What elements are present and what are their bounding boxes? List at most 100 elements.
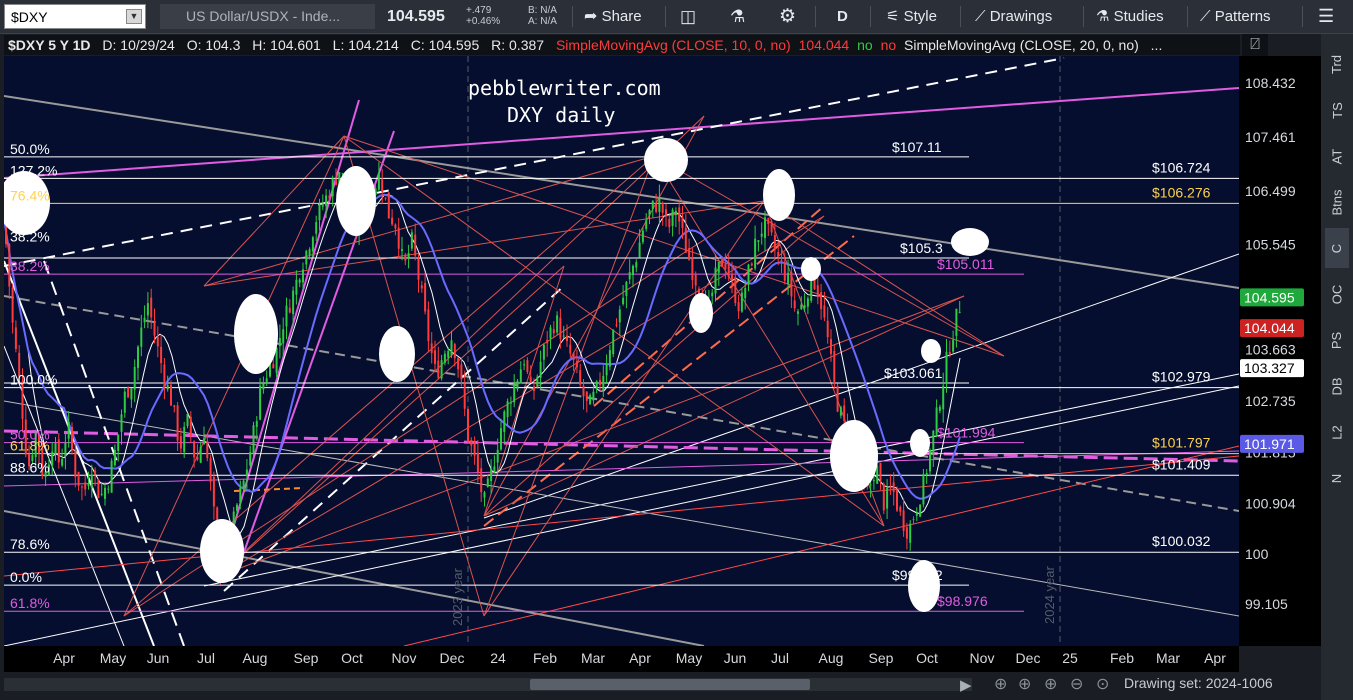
chart-plot[interactable]: 2023 year 2024 year $107.11 $106.724 $106.27… (0, 56, 1240, 647)
style-button[interactable]: ⚟ Style (886, 4, 937, 29)
target-icon[interactable]: ⊕ (1018, 674, 1031, 694)
candle-body (199, 446, 202, 463)
scrollbar-thumb[interactable] (530, 679, 810, 690)
sma10-flag: no (857, 37, 873, 53)
menu-icon[interactable]: ☰ (1318, 4, 1334, 29)
ask-value: A: N/A (528, 16, 557, 27)
time-tick-label: Dec (1016, 650, 1041, 666)
pattern-icon[interactable]: ⍁ (1242, 34, 1268, 56)
candle-body (806, 298, 809, 307)
panel-tab-l2[interactable]: L2 (1325, 412, 1349, 452)
gear-icon[interactable]: ⚙ (779, 4, 796, 29)
range-value: R: 0.387 (491, 37, 545, 53)
candle-body (183, 426, 186, 453)
candle-body (717, 262, 720, 273)
candle-body (71, 426, 73, 450)
drawing-set-label[interactable]: Drawing set: 2024-1006 (1124, 675, 1273, 691)
year-label: 2024 year (1042, 566, 1057, 624)
price-axis-svg: 108.432 107.461 106.499 105.545 103.663 102.7… (1240, 75, 1304, 612)
panel-tab-btns[interactable]: Btns (1325, 182, 1349, 222)
snapshot-icon[interactable]: ◫ (680, 4, 696, 29)
more-studies[interactable]: ... (1151, 35, 1163, 55)
panel-tab-at[interactable]: AT (1325, 136, 1349, 176)
candle-body (146, 303, 149, 316)
candle-body (658, 197, 661, 212)
share-button[interactable]: ➦ Share (584, 4, 642, 29)
panel-tab-trd[interactable]: Trd (1325, 44, 1349, 84)
time-axis[interactable]: Apr May Jun Jul Aug Sep Oct Nov Dec 24 Feb Mar Apr Ma… (4, 646, 1239, 672)
patterns-button[interactable]: ⟋ Patterns (1200, 4, 1271, 29)
panel-tab-ts[interactable]: TS (1325, 90, 1349, 130)
price-badge-label: 103.327 (1244, 360, 1295, 376)
candle-body (721, 259, 724, 267)
price-axis[interactable]: 108.432 107.461 106.499 105.545 103.663 102.7… (1239, 56, 1321, 646)
flask-icon[interactable]: ⚗ (730, 4, 745, 29)
panel-tab-n[interactable]: N (1325, 458, 1349, 498)
drawings-button[interactable]: ⟋ Drawings (975, 4, 1052, 29)
candle-body (552, 329, 555, 334)
candle-body (665, 209, 667, 216)
time-tick-label: Jul (771, 650, 789, 666)
candle-body (318, 203, 321, 221)
candle-body (447, 350, 450, 358)
fib-label: 127.2% (10, 162, 57, 178)
candle-body (526, 360, 529, 373)
zoom-reset-icon[interactable]: ⊙ (1096, 674, 1109, 694)
divider (572, 6, 573, 27)
candle-body (648, 210, 651, 216)
candle-body (833, 350, 836, 382)
candle-body (816, 285, 819, 298)
candle-body (206, 440, 209, 459)
level-label: $107.11 (892, 139, 942, 155)
chevron-down-icon[interactable]: ▼ (126, 9, 142, 24)
panel-tab-oc[interactable]: OC (1325, 274, 1349, 314)
studies-button[interactable]: ⚗ Studies (1096, 4, 1164, 29)
candle-body (506, 401, 509, 418)
time-tick-label: Apr (629, 650, 651, 666)
panel-tab-c[interactable]: C (1325, 228, 1349, 268)
candle-body (311, 237, 314, 252)
symbol-input[interactable]: $DXY ▼ (4, 4, 146, 29)
scrollbar[interactable] (4, 678, 972, 691)
time-tick-label: Feb (533, 650, 557, 666)
candle-body (249, 452, 252, 466)
period-button[interactable]: D (837, 4, 848, 29)
candle-body (912, 519, 915, 521)
candle-body (533, 386, 535, 391)
candle-body (734, 277, 737, 304)
candle-body (952, 339, 955, 352)
candle-body (417, 258, 420, 280)
candle-body (612, 329, 615, 355)
candle-body (476, 452, 479, 473)
scroll-right-icon[interactable]: ▶ (960, 676, 972, 694)
time-tick-label: Nov (392, 650, 417, 666)
candle-body (173, 405, 176, 408)
candle-body (331, 178, 334, 197)
candle-body (315, 222, 318, 234)
candle-body (958, 311, 961, 313)
candle-body (638, 242, 641, 258)
panel-tab-ps[interactable]: PS (1325, 320, 1349, 360)
time-tick-label: Oct (341, 650, 363, 666)
zoom-out-icon[interactable]: ⊖ (1070, 674, 1083, 694)
candle-body (599, 379, 601, 385)
zoom-in-icon[interactable]: ⊕ (1044, 674, 1057, 694)
candle-body (97, 479, 100, 498)
candle-body (397, 227, 400, 249)
candle-body (938, 406, 941, 411)
candle-body (655, 203, 658, 212)
panel-tab-db[interactable]: DB (1325, 366, 1349, 406)
candle-body (77, 471, 80, 486)
share-label: Share (601, 8, 642, 25)
sma10-label[interactable]: SimpleMovingAvg (CLOSE, 10, 0, no) (556, 35, 791, 55)
crosshair-icon[interactable]: ⊕ (994, 674, 1007, 694)
level-label: $102.979 (1152, 369, 1211, 385)
level-label: $105.011 (937, 256, 995, 272)
candle-body (305, 250, 308, 265)
sma20-label[interactable]: SimpleMovingAvg (CLOSE, 20, 0, no) (904, 35, 1139, 55)
candle-body (767, 217, 770, 225)
candle-body (790, 272, 793, 297)
candle-body (523, 364, 526, 366)
time-axis-svg: Apr May Jun Jul Aug Sep Oct Nov Dec 24 Feb Mar Apr Ma… (53, 650, 1226, 666)
candle-body (539, 361, 542, 378)
